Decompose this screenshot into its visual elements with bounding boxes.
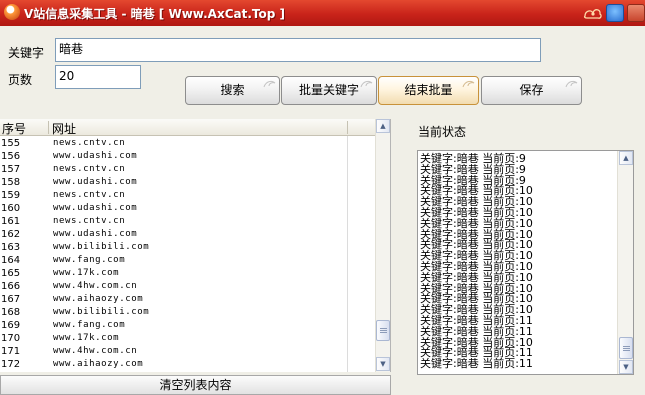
table-row[interactable]: 171 www.4hw.com.cn xyxy=(0,345,376,358)
row-url: www.17k.com xyxy=(53,333,120,343)
status-log[interactable]: 关键字:暗巷 当前页:9 关键字:暗巷 当前页:9 关键字:暗巷 当前页:9 关键字:… xyxy=(417,150,634,375)
swirl-decoration-icon xyxy=(565,80,578,88)
row-url: www.udashi.com xyxy=(53,229,138,239)
swirl-decoration-icon xyxy=(360,80,373,88)
scroll-up-icon[interactable]: ▲ xyxy=(619,151,633,165)
row-url: news.cntv.cn xyxy=(53,190,126,200)
table-row[interactable]: 163 www.bilibili.com xyxy=(0,241,376,254)
table-row[interactable]: 172 www.aihaozy.com xyxy=(0,358,376,371)
row-index: 172 xyxy=(1,359,21,370)
keyword-label: 关键字 xyxy=(8,46,45,60)
status-line: 关键字:暗巷 当前页:11 xyxy=(420,357,533,371)
list-scrollbar[interactable]: ▲ ▼ xyxy=(375,119,390,372)
row-index: 155 xyxy=(1,138,21,149)
table-row[interactable]: 164 www.fang.com xyxy=(0,254,376,267)
column-header-url[interactable]: 网址 xyxy=(52,120,76,137)
keyword-input[interactable]: 暗巷 xyxy=(55,38,541,62)
table-row[interactable]: 165 www.17k.com xyxy=(0,267,376,280)
table-row[interactable]: 159 news.cntv.cn xyxy=(0,189,376,202)
row-index: 163 xyxy=(1,242,21,253)
status-scrollbar[interactable]: ▲ ▼ xyxy=(617,151,633,374)
app-icon xyxy=(4,4,20,20)
clear-list-button[interactable]: 清空列表内容 xyxy=(0,375,391,395)
table-row[interactable]: 158 www.udashi.com xyxy=(0,176,376,189)
row-index: 164 xyxy=(1,255,21,266)
table-row[interactable]: 160 www.udashi.com xyxy=(0,202,376,215)
row-url: www.fang.com xyxy=(53,320,126,330)
column-header-index[interactable]: 序号 xyxy=(2,120,26,137)
row-index: 159 xyxy=(1,190,21,201)
end-batch-button-label: 结束批量 xyxy=(404,83,453,97)
row-index: 168 xyxy=(1,307,21,318)
table-row[interactable]: 168 www.bilibili.com xyxy=(0,306,376,319)
row-url: www.udashi.com xyxy=(53,177,138,187)
row-index: 169 xyxy=(1,320,21,331)
table-row[interactable]: 169 www.fang.com xyxy=(0,319,376,332)
row-url: news.cntv.cn xyxy=(53,164,126,174)
column-divider[interactable] xyxy=(347,121,348,134)
table-row[interactable]: 167 www.aihaozy.com xyxy=(0,293,376,306)
scroll-down-icon[interactable]: ▼ xyxy=(376,357,390,371)
end-batch-button[interactable]: 结束批量 xyxy=(378,76,479,105)
skin-icon[interactable] xyxy=(606,4,624,22)
title-bar: V站信息采集工具 - 暗巷 [ Www.AxCat.Top ] xyxy=(0,0,645,26)
table-row[interactable]: 157 news.cntv.cn xyxy=(0,163,376,176)
pages-input[interactable]: 20 xyxy=(55,65,141,89)
table-row[interactable]: 162 www.udashi.com xyxy=(0,228,376,241)
table-row[interactable]: 155 news.cntv.cn xyxy=(0,137,376,150)
row-index: 161 xyxy=(1,216,21,227)
status-label: 当前状态 xyxy=(418,125,467,139)
save-button-label: 保存 xyxy=(519,83,544,97)
row-index: 167 xyxy=(1,294,21,305)
minimize-icon[interactable] xyxy=(627,4,645,22)
row-url: www.aihaozy.com xyxy=(53,359,144,369)
table-row[interactable]: 170 www.17k.com xyxy=(0,332,376,345)
list-scroll-thumb[interactable] xyxy=(376,320,390,341)
table-row[interactable]: 156 www.udashi.com xyxy=(0,150,376,163)
swirl-decoration-icon xyxy=(263,80,276,88)
row-url: www.4hw.com.cn xyxy=(53,281,138,291)
window-title: V站信息采集工具 - 暗巷 [ Www.AxCat.Top ] xyxy=(24,7,285,21)
row-index: 158 xyxy=(1,177,21,188)
save-button[interactable]: 保存 xyxy=(481,76,582,105)
row-index: 160 xyxy=(1,203,21,214)
row-index: 170 xyxy=(1,333,21,344)
scroll-down-icon[interactable]: ▼ xyxy=(619,360,633,374)
row-index: 162 xyxy=(1,229,21,240)
row-index: 157 xyxy=(1,164,21,175)
row-url: www.udashi.com xyxy=(53,203,138,213)
swirl-decoration-icon xyxy=(462,80,475,88)
row-index: 171 xyxy=(1,346,21,357)
status-scroll-thumb[interactable] xyxy=(619,337,633,359)
row-url: www.17k.com xyxy=(53,268,120,278)
row-index: 166 xyxy=(1,281,21,292)
row-url: www.aihaozy.com xyxy=(53,294,144,304)
list-header: 序号 网址 xyxy=(0,119,376,136)
search-button-label: 搜索 xyxy=(220,83,245,97)
row-url: www.bilibili.com xyxy=(53,242,150,252)
row-index: 165 xyxy=(1,268,21,279)
pages-label: 页数 xyxy=(8,73,33,87)
search-button[interactable]: 搜索 xyxy=(185,76,280,105)
table-row[interactable]: 166 www.4hw.com.cn xyxy=(0,280,376,293)
row-url: news.cntv.cn xyxy=(53,216,126,226)
table-row[interactable]: 161 news.cntv.cn xyxy=(0,215,376,228)
row-url: www.fang.com xyxy=(53,255,126,265)
url-list[interactable]: 序号 网址 155 news.cntv.cn 156 www.udashi.com 15… xyxy=(0,119,391,372)
row-url: www.bilibili.com xyxy=(53,307,150,317)
row-index: 156 xyxy=(1,151,21,162)
row-url: www.udashi.com xyxy=(53,151,138,161)
batch-keyword-button-label: 批量关键字 xyxy=(298,83,359,97)
column-divider[interactable] xyxy=(48,121,49,134)
scroll-up-icon[interactable]: ▲ xyxy=(376,119,390,133)
batch-keyword-button[interactable]: 批量关键字 xyxy=(281,76,377,105)
cloud-ornament-icon xyxy=(583,9,602,19)
row-url: news.cntv.cn xyxy=(53,138,126,148)
row-url: www.4hw.com.cn xyxy=(53,346,138,356)
